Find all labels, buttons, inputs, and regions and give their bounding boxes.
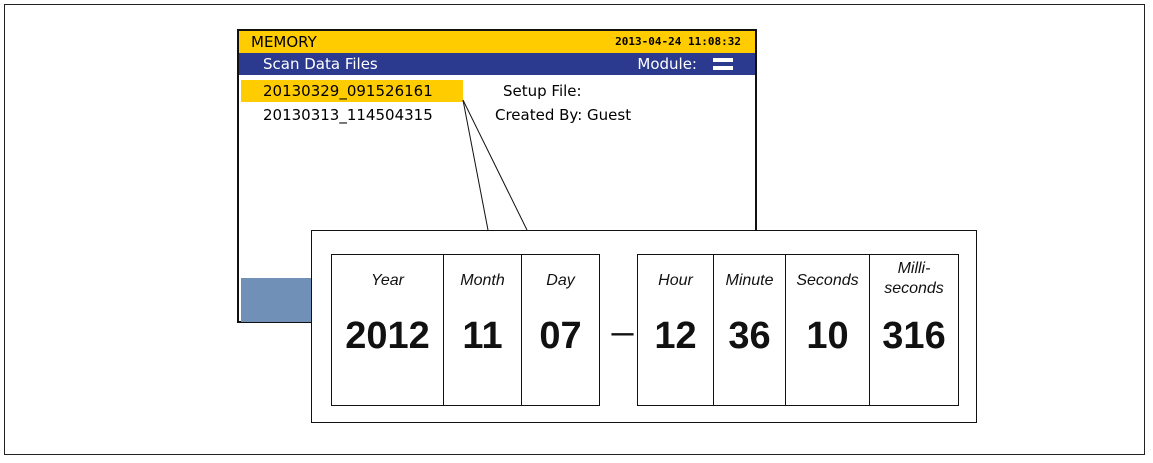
seconds-value: 10 [806,315,849,357]
datetime-readout: 2013-04-24 11:08:32 [615,35,741,48]
hour-label: Hour [658,272,693,289]
sub-bar: Scan Data Files Module: [239,53,755,75]
minute-value: 36 [728,315,771,357]
setup-file-label: Setup File: [503,82,582,100]
year-cell: Year 2012 [331,254,444,406]
day-value: 07 [539,315,582,357]
file-list-item-selected[interactable]: 20130329_091526161 [241,80,463,102]
equals-icon[interactable] [713,58,733,70]
minute-label: Minute [725,272,774,289]
milliseconds-value: 316 [882,315,946,357]
day-label: Day [546,272,575,289]
file-list-item[interactable]: 20130313_114504315 [241,104,463,126]
hour-cell: Hour 12 [637,254,714,406]
screen-subtitle: Scan Data Files [263,55,378,73]
seconds-label: Seconds [796,272,859,289]
month-value: 11 [462,315,503,357]
milliseconds-cell: Milli- seconds 316 [869,254,959,406]
hour-value: 12 [654,315,697,357]
year-value: 2012 [345,315,430,357]
date-time-separator: _ [612,295,634,337]
screen-title: MEMORY [251,33,317,51]
created-by-label: Created By: Guest [495,106,632,124]
file-name: 20130313_114504315 [263,106,433,124]
month-label: Month [460,272,505,289]
timestamp-breakdown: Year 2012 Month 11 Day 07 _ Hour 12 Minu… [311,230,977,423]
year-label: Year [371,272,404,289]
day-cell: Day 07 [521,254,600,406]
softkey-button[interactable] [241,278,313,322]
file-name: 20130329_091526161 [263,82,433,100]
milliseconds-label: Milli- seconds [884,260,944,297]
month-cell: Month 11 [443,254,522,406]
seconds-cell: Seconds 10 [785,254,870,406]
module-label: Module: [637,55,697,73]
minute-cell: Minute 36 [713,254,786,406]
title-bar: MEMORY 2013-04-24 11:08:32 [239,31,755,53]
